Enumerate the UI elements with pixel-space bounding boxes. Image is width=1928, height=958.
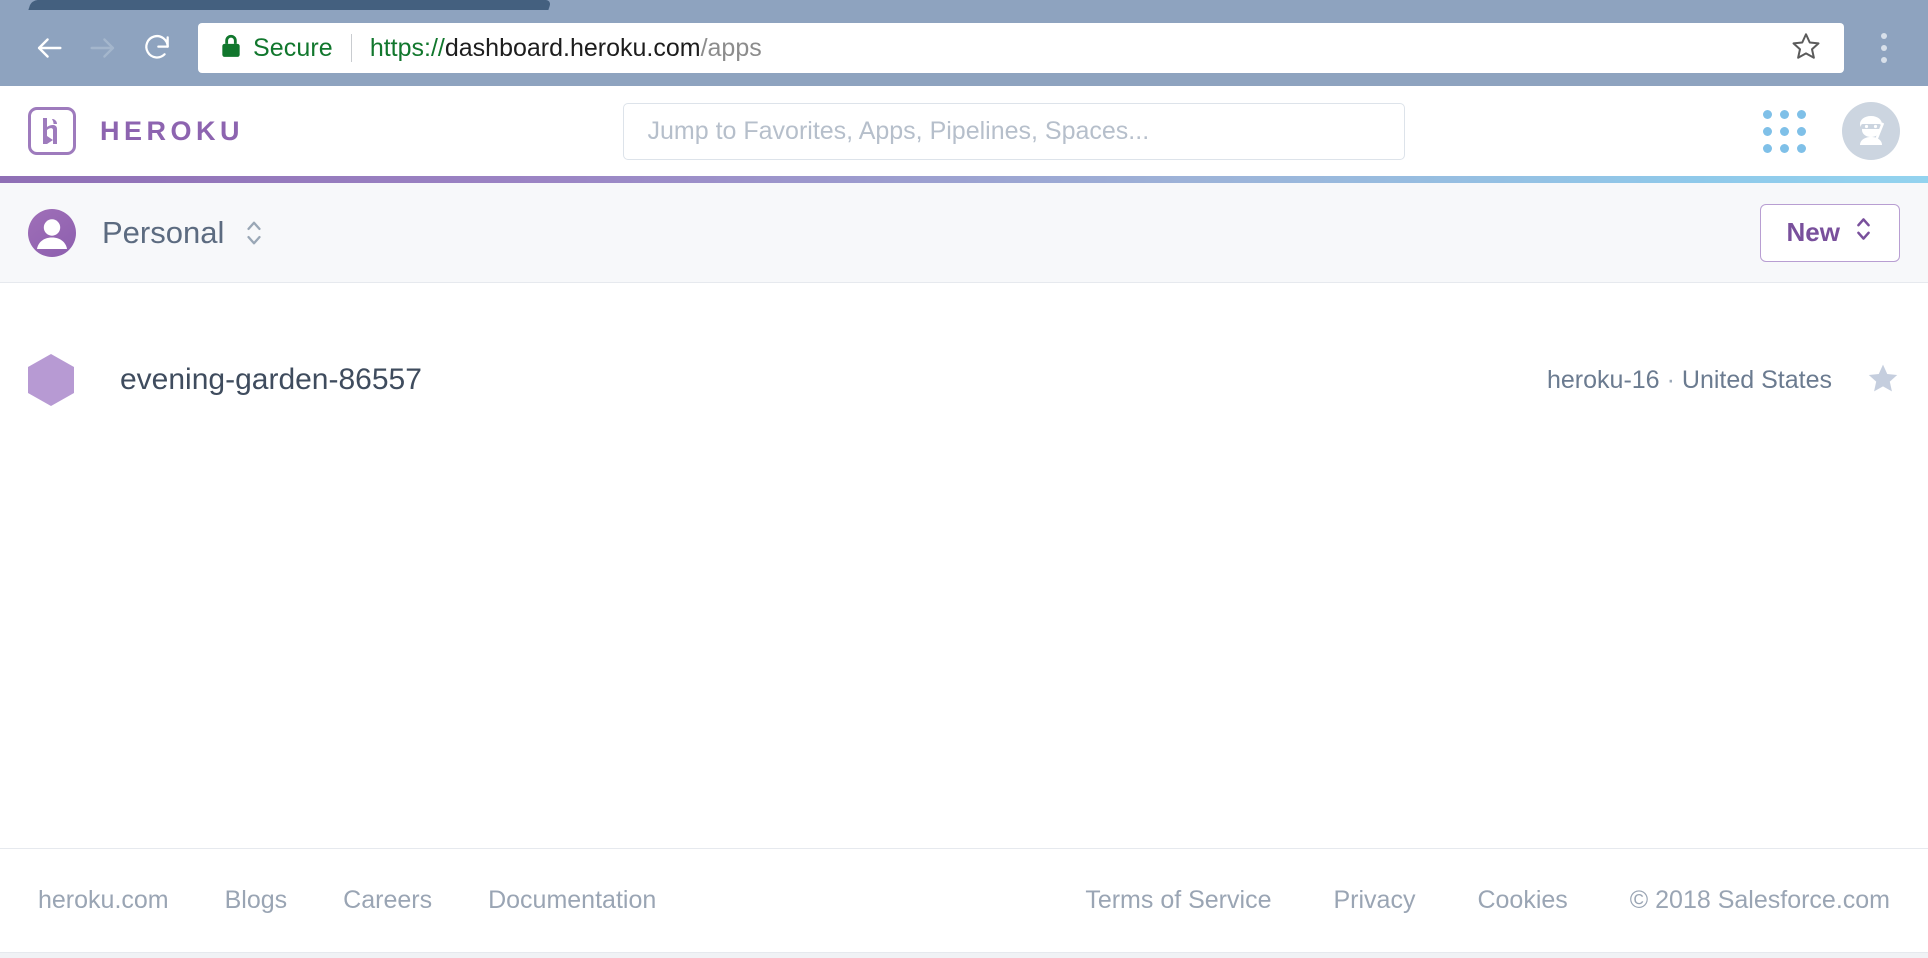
forward-arrow-icon — [86, 31, 120, 65]
app-region-label: United States — [1681, 365, 1832, 394]
browser-menu-button[interactable] — [1862, 21, 1906, 75]
header-actions — [1763, 102, 1900, 160]
new-button-label: New — [1786, 217, 1840, 247]
browser-tab-strip-filler — [550, 0, 710, 10]
footer-link-terms-of-service[interactable]: Terms of Service — [1085, 886, 1271, 915]
team-name-label: Personal — [102, 214, 225, 250]
footer-link-privacy[interactable]: Privacy — [1333, 886, 1415, 915]
new-button[interactable]: New — [1759, 203, 1900, 262]
site-header: HEROKU Jump to Favorites, Apps, Pipeline… — [0, 86, 1928, 176]
meta-separator: · — [1666, 365, 1675, 394]
heroku-logo-icon — [28, 107, 76, 155]
search-area: Jump to Favorites, Apps, Pipelines, Spac… — [244, 102, 1763, 160]
bookmark-button[interactable] — [1786, 31, 1826, 66]
browser-window: Secure https://dashboard.heroku.com/apps — [0, 0, 1928, 958]
footer-link-careers[interactable]: Careers — [343, 886, 432, 915]
star-outline-icon — [1791, 31, 1821, 66]
chevron-down-icon — [1854, 215, 1873, 250]
grid-apps-icon[interactable] — [1763, 109, 1806, 153]
search-placeholder: Jump to Favorites, Apps, Pipelines, Spac… — [647, 116, 1150, 145]
list-item[interactable]: evening-garden-86557 heroku-16 · United St… — [0, 330, 1928, 430]
footer-links-left: heroku.com Blogs Careers Documentation — [38, 886, 712, 915]
back-button[interactable] — [22, 21, 76, 75]
footer-link-cookies[interactable]: Cookies — [1477, 886, 1567, 915]
brand-accent-bar — [0, 176, 1928, 183]
footer-link-documentation[interactable]: Documentation — [488, 886, 656, 915]
person-avatar-icon — [28, 208, 76, 257]
browser-tab-strip — [0, 0, 1928, 10]
kebab-menu-icon — [1881, 33, 1887, 63]
heroku-wordmark: HEROKU — [100, 115, 245, 146]
footer-copyright: © 2018 Salesforce.com — [1629, 886, 1890, 914]
omnibox-divider — [350, 34, 352, 62]
app-list: evening-garden-86557 heroku-16 · United St… — [0, 330, 1928, 848]
ninja-avatar-icon — [1851, 109, 1891, 154]
reload-button[interactable] — [130, 21, 184, 75]
browser-toolbar: Secure https://dashboard.heroku.com/apps — [0, 10, 1928, 86]
heroku-logo-link[interactable]: HEROKU — [28, 107, 244, 155]
url-text: https://dashboard.heroku.com/apps — [370, 34, 1786, 63]
app-identity: evening-garden-86557 — [28, 354, 422, 406]
reload-icon — [141, 32, 173, 64]
app-stack-label: heroku-16 — [1547, 365, 1660, 394]
search-input[interactable]: Jump to Favorites, Apps, Pipelines, Spac… — [622, 102, 1405, 160]
footer-link-blogs[interactable]: Blogs — [225, 886, 288, 915]
browser-tab-active[interactable] — [28, 0, 552, 10]
url-host: dashboard.heroku.com — [444, 33, 701, 62]
app-name-link[interactable]: evening-garden-86557 — [120, 363, 422, 397]
forward-button — [76, 21, 130, 75]
avatar[interactable] — [1842, 102, 1900, 160]
hexagon-app-icon — [28, 354, 74, 406]
address-bar[interactable]: Secure https://dashboard.heroku.com/apps — [198, 23, 1844, 73]
window-bottom-edge — [0, 952, 1928, 958]
security-status-label: Secure — [253, 33, 333, 62]
up-down-chevron-icon — [244, 218, 264, 248]
team-switcher[interactable]: Personal — [28, 208, 264, 257]
lock-icon — [220, 33, 242, 64]
app-stack-region: heroku-16 · United States — [1547, 366, 1832, 395]
star-filled-icon — [1866, 361, 1900, 400]
footer-links-right: Terms of Service Privacy Cookies © 2018 … — [1085, 886, 1890, 915]
app-metadata: heroku-16 · United States — [1547, 361, 1900, 400]
back-arrow-icon — [32, 31, 66, 65]
site-footer: heroku.com Blogs Careers Documentation T… — [0, 848, 1928, 952]
team-toolbar: Personal New — [0, 183, 1928, 283]
url-scheme: https:// — [369, 33, 445, 62]
footer-link-heroku-com[interactable]: heroku.com — [38, 886, 169, 915]
url-path: /apps — [700, 33, 762, 62]
favorite-toggle[interactable] — [1866, 361, 1900, 400]
